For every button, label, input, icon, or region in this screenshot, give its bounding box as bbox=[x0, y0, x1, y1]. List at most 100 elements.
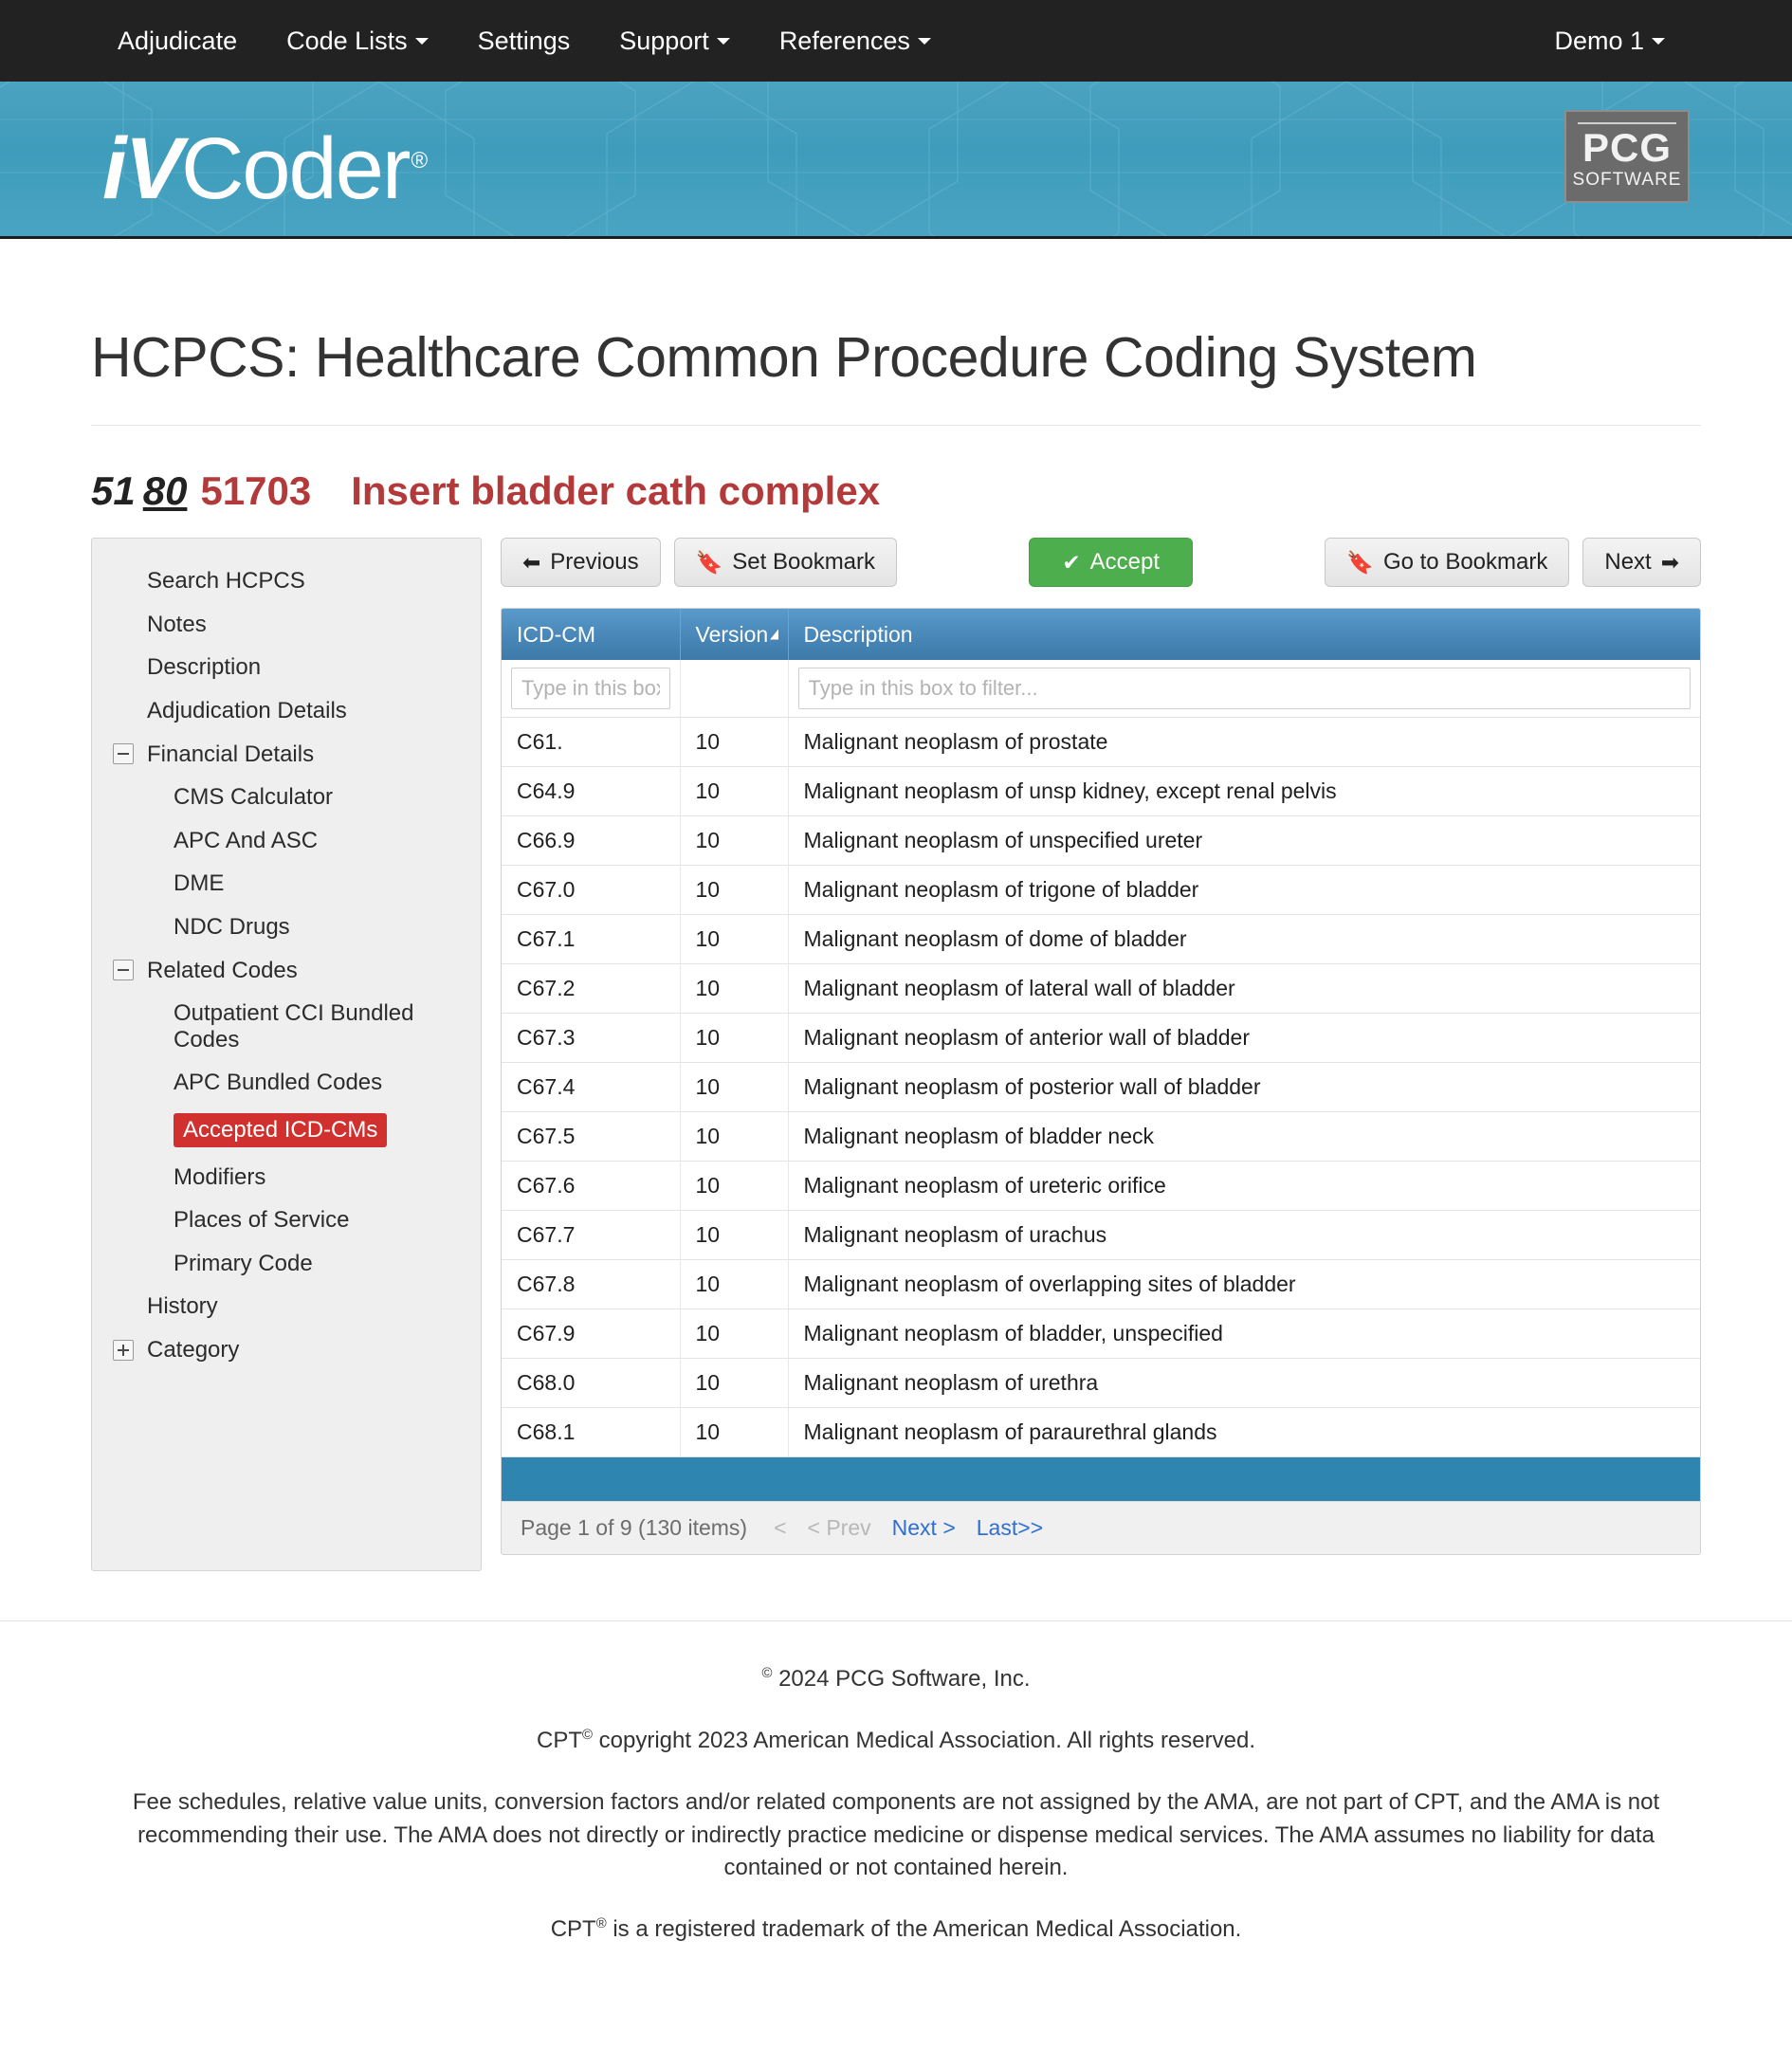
sidebar-item-modifiers[interactable]: Modifiers bbox=[92, 1156, 481, 1199]
sidebar-item-label: Outpatient CCI Bundled Codes bbox=[174, 1000, 414, 1052]
sidebar-item-cms-calculator[interactable]: CMS Calculator bbox=[92, 776, 481, 819]
table-row[interactable]: C67.6 10 Malignant neoplasm of ureteric … bbox=[502, 1161, 1700, 1212]
nav-item-code-lists[interactable]: Code Lists bbox=[262, 27, 453, 54]
set-bookmark-button[interactable]: 🔖 Set Bookmark bbox=[673, 538, 898, 588]
sidebar-item-history[interactable]: History bbox=[92, 1285, 481, 1328]
pager-last-link[interactable]: Last>> bbox=[977, 1515, 1043, 1541]
pager-next-link[interactable]: Next > bbox=[892, 1515, 956, 1541]
cell-icd-cm: C67.4 bbox=[502, 1062, 681, 1113]
cell-version: 10 bbox=[680, 865, 789, 916]
pager-prev-link[interactable]: < Prev bbox=[808, 1515, 871, 1541]
sidebar-item-ndc-drugs[interactable]: NDC Drugs bbox=[92, 906, 481, 949]
table-row[interactable]: C68.1 10 Malignant neoplasm of paraureth… bbox=[502, 1407, 1700, 1458]
nav-menu: Adjudicate Code Lists Settings Support R… bbox=[104, 26, 956, 55]
sidebar-item-apc-and-asc[interactable]: APC And ASC bbox=[92, 819, 481, 863]
table-row[interactable]: C64.9 10 Malignant neoplasm of unsp kidn… bbox=[502, 766, 1700, 817]
table-row[interactable]: C67.2 10 Malignant neoplasm of lateral w… bbox=[502, 963, 1700, 1015]
page-container: HCPCS: Healthcare Common Procedure Codin… bbox=[0, 326, 1792, 1572]
ivecoder-logo[interactable]: iVCoder® bbox=[102, 106, 428, 212]
collapse-minus-icon[interactable] bbox=[113, 960, 134, 981]
next-button[interactable]: Next ➡ bbox=[1582, 538, 1701, 588]
nav-item-label: Adjudicate bbox=[118, 26, 238, 55]
sidebar-item-label: Modifiers bbox=[174, 1163, 266, 1190]
sidebar-item-label: CMS Calculator bbox=[174, 784, 334, 811]
column-header-icd-cm[interactable]: ICD-CM bbox=[502, 609, 681, 661]
table-row[interactable]: C67.5 10 Malignant neoplasm of bladder n… bbox=[502, 1111, 1700, 1162]
table-row[interactable]: C67.3 10 Malignant neoplasm of anterior … bbox=[502, 1013, 1700, 1064]
sidebar-item-notes[interactable]: Notes bbox=[92, 603, 481, 647]
column-header-version[interactable]: Version bbox=[680, 609, 789, 661]
table-row[interactable]: C67.9 10 Malignant neoplasm of bladder, … bbox=[502, 1309, 1700, 1360]
sidebar-item-places-of-service[interactable]: Places of Service bbox=[92, 1199, 481, 1242]
sidebar-item-label: History bbox=[147, 1293, 218, 1320]
sidebar-item-label: Primary Code bbox=[174, 1250, 313, 1276]
sidebar-item-search-hcpcs[interactable]: Search HCPCS bbox=[92, 559, 481, 603]
cell-description: Malignant neoplasm of trigone of bladder bbox=[788, 865, 1700, 916]
sidebar-item-apc-bundled-codes[interactable]: APC Bundled Codes bbox=[92, 1061, 481, 1105]
chevron-down-icon bbox=[917, 37, 931, 45]
code-number: 51703 bbox=[200, 468, 312, 514]
nav-item-adjudicate[interactable]: Adjudicate bbox=[104, 26, 262, 55]
nav-item-label: Support bbox=[619, 26, 709, 55]
previous-button-label: Previous bbox=[550, 549, 639, 576]
icd-cm-filter-input[interactable] bbox=[511, 668, 670, 710]
go-to-bookmark-button-label: Go to Bookmark bbox=[1382, 549, 1548, 576]
cell-icd-cm: C67.7 bbox=[502, 1210, 681, 1261]
column-header-description[interactable]: Description bbox=[788, 609, 1700, 661]
sidebar-item-label: APC Bundled Codes bbox=[174, 1070, 383, 1096]
table-row[interactable]: C67.1 10 Malignant neoplasm of dome of b… bbox=[502, 914, 1700, 965]
nav-item-support[interactable]: Support bbox=[594, 26, 755, 55]
user-menu-demo-1[interactable]: Demo 1 bbox=[1541, 27, 1690, 54]
go-to-bookmark-button[interactable]: 🔖 Go to Bookmark bbox=[1325, 538, 1570, 588]
nav-item-settings[interactable]: Settings bbox=[453, 27, 595, 54]
cell-description: Malignant neoplasm of unspecified ureter bbox=[788, 815, 1700, 867]
sidebar-item-category[interactable]: Category bbox=[92, 1328, 481, 1372]
collapse-minus-icon[interactable] bbox=[113, 743, 134, 765]
pcg-logo-subtext: SOFTWARE bbox=[1572, 170, 1682, 190]
check-icon: ✔ bbox=[1062, 549, 1081, 575]
description-filter-input[interactable] bbox=[797, 668, 1691, 710]
cell-version: 10 bbox=[680, 1062, 789, 1113]
table-row[interactable]: C67.4 10 Malignant neoplasm of posterior… bbox=[502, 1062, 1700, 1113]
sidebar-item-dme[interactable]: DME bbox=[92, 862, 481, 906]
filter-row bbox=[502, 660, 1700, 719]
nav-item-label: References bbox=[778, 26, 910, 55]
sidebar-item-description[interactable]: Description bbox=[92, 646, 481, 689]
table-row[interactable]: C66.9 10 Malignant neoplasm of unspecifi… bbox=[502, 815, 1700, 867]
set-bookmark-button-label: Set Bookmark bbox=[732, 549, 876, 576]
pager-first-link[interactable]: < bbox=[774, 1515, 786, 1541]
expand-plus-icon[interactable] bbox=[113, 1339, 134, 1361]
cell-description: Malignant neoplasm of anterior wall of b… bbox=[788, 1013, 1700, 1064]
cell-icd-cm: C61. bbox=[502, 717, 681, 768]
copyright-symbol: © bbox=[582, 1728, 593, 1744]
cell-version: 10 bbox=[680, 1358, 789, 1409]
accept-button[interactable]: ✔ Accept bbox=[1029, 538, 1193, 588]
cell-version: 10 bbox=[680, 1111, 789, 1162]
cell-version: 10 bbox=[680, 1013, 789, 1064]
nav-item-references[interactable]: References bbox=[755, 26, 956, 55]
filter-row-body bbox=[502, 660, 1700, 719]
table-row[interactable]: C67.8 10 Malignant neoplasm of overlappi… bbox=[502, 1259, 1700, 1310]
table-row[interactable]: C67.0 10 Malignant neoplasm of trigone o… bbox=[502, 865, 1700, 916]
pcg-divider bbox=[1578, 122, 1676, 124]
brand-banner: iVCoder® PCG SOFTWARE bbox=[0, 82, 1792, 239]
sidebar-item-label: Adjudication Details bbox=[147, 698, 347, 724]
sidebar-item-financial-details[interactable]: Financial Details bbox=[92, 733, 481, 777]
page-title: HCPCS: Healthcare Common Procedure Codin… bbox=[91, 326, 1477, 389]
previous-button[interactable]: ⬅ Previous bbox=[501, 538, 661, 588]
sidebar-item-outpatient-cci-bundled-codes[interactable]: Outpatient CCI Bundled Codes bbox=[92, 992, 481, 1061]
grid-pager: Page 1 of 9 (130 items) < < Prev Next > … bbox=[502, 1501, 1700, 1555]
table-row[interactable]: C67.7 10 Malignant neoplasm of urachus bbox=[502, 1210, 1700, 1261]
sidebar-item-related-codes[interactable]: Related Codes bbox=[92, 949, 481, 993]
chevron-down-icon bbox=[1652, 37, 1665, 45]
title-divider bbox=[91, 425, 1701, 427]
top-navbar: Adjudicate Code Lists Settings Support R… bbox=[0, 0, 1792, 82]
column-header-label: ICD-CM bbox=[517, 621, 596, 647]
footer-cpt-copyright: CPT© copyright 2023 American Medical Ass… bbox=[91, 1725, 1701, 1758]
table-row[interactable]: C68.0 10 Malignant neoplasm of urethra bbox=[502, 1358, 1700, 1409]
sidebar-item-accepted-icd-cms[interactable]: Accepted ICD-CMs bbox=[92, 1105, 481, 1156]
pcg-software-logo[interactable]: PCG SOFTWARE bbox=[1564, 110, 1690, 203]
sidebar-item-adjudication-details[interactable]: Adjudication Details bbox=[92, 689, 481, 733]
table-row[interactable]: C61. 10 Malignant neoplasm of prostate bbox=[502, 717, 1700, 768]
sidebar-item-primary-code[interactable]: Primary Code bbox=[92, 1242, 481, 1286]
